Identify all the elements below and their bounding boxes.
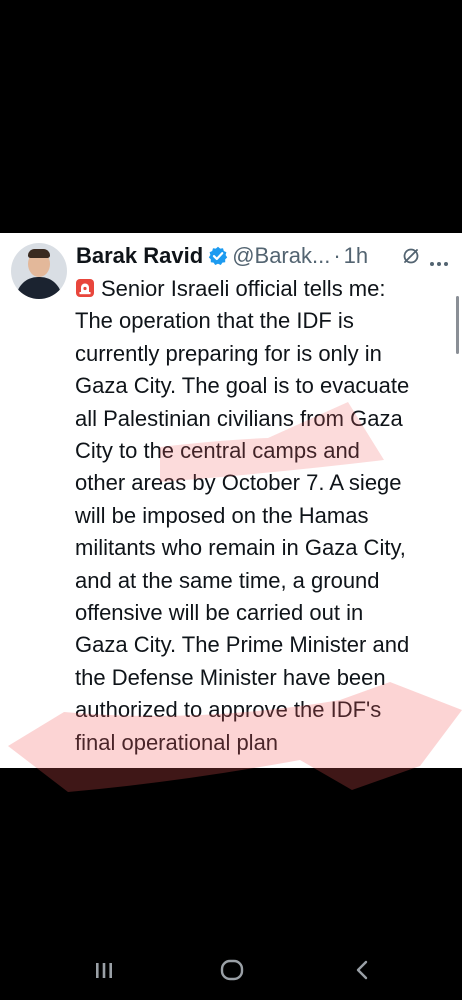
tweet-line: authorized to approve the IDF's [75, 697, 382, 723]
more-options-icon[interactable] [429, 254, 449, 272]
tweet-line: The operation that the IDF is [75, 308, 354, 334]
tweet-line: militants who remain in Gaza City, [75, 535, 406, 561]
tweet-line: will be imposed on the Hamas [75, 502, 369, 528]
tweet-line: and at the same time, a ground [75, 567, 380, 593]
grok-icon[interactable] [402, 247, 420, 270]
verified-badge-icon[interactable] [208, 246, 228, 266]
avatar-body-shape [16, 277, 62, 299]
tweet-line: currently preparing for is only in [75, 340, 382, 366]
scrollbar[interactable] [456, 296, 459, 354]
tweet-line: Gaza City. The Prime Minister and [75, 632, 410, 658]
recents-icon[interactable] [84, 950, 124, 990]
tweet-line: final operational plan [75, 729, 279, 755]
home-icon[interactable] [212, 950, 252, 990]
tweet-line: Senior Israeli official tells me: [75, 273, 455, 305]
author-handle[interactable]: @Barak... [232, 243, 330, 269]
tweet-card[interactable]: Barak Ravid @Barak... · 1h Senior Israel… [0, 233, 462, 768]
tweet-line: all Palestinian civilians from Gaza [75, 405, 403, 431]
author-name[interactable]: Barak Ravid [76, 243, 203, 269]
tweet-line: other areas by October 7. A siege [75, 470, 402, 496]
tweet-text: Senior Israeli official tells me: The op… [75, 273, 455, 759]
avatar-hair-shape [28, 249, 50, 258]
tweet-line: Gaza City. The goal is to evacuate [75, 373, 410, 399]
tweet-header: Barak Ravid @Barak... · 1h [76, 241, 368, 271]
tweet-line: City to the central camps and [75, 438, 360, 464]
siren-emoji-icon [75, 275, 95, 297]
tweet-line: offensive will be carried out in [75, 600, 364, 626]
author-avatar[interactable] [11, 243, 67, 299]
separator-dot: · [333, 243, 341, 268]
tweet-timestamp[interactable]: 1h [344, 243, 368, 269]
system-navigation-bar [0, 940, 462, 1000]
tweet-line-text: Senior Israeli official tells me: [101, 276, 386, 301]
back-icon[interactable] [342, 950, 382, 990]
tweet-line: the Defense Minister have been [75, 664, 386, 690]
